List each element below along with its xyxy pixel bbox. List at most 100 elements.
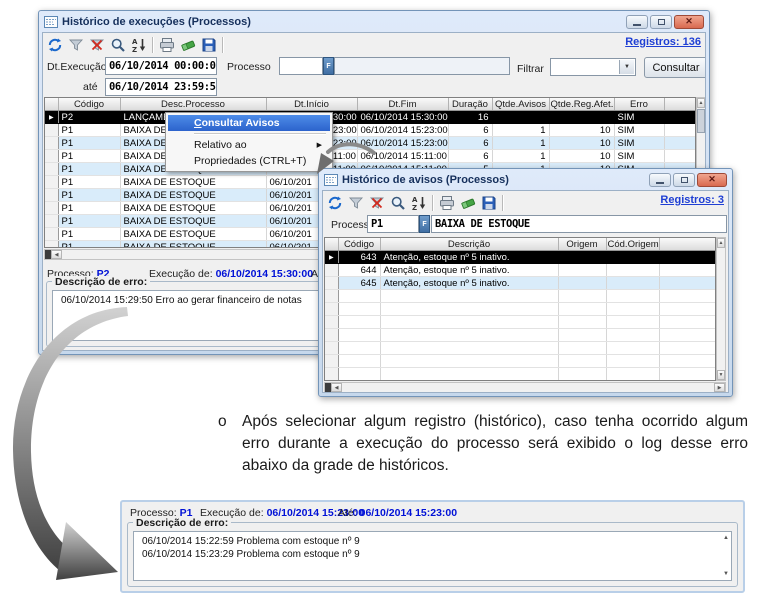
grid-cell[interactable]: 1 xyxy=(492,150,549,163)
scroll-left-icon[interactable]: ◀ xyxy=(51,250,62,259)
grid-cell[interactable] xyxy=(338,316,380,329)
close-button[interactable]: ✕ xyxy=(697,173,727,187)
sort-az-icon[interactable]: AZ xyxy=(131,37,147,53)
grid-cell[interactable] xyxy=(558,303,606,316)
grid-cell[interactable]: 10 xyxy=(549,137,614,150)
row-selector[interactable] xyxy=(45,215,58,228)
clear-filter-icon[interactable] xyxy=(369,195,385,211)
column-header[interactable]: Descrição xyxy=(380,238,558,251)
grid-row[interactable]: 644Atenção, estoque nº 5 inativo. xyxy=(325,264,716,277)
sort-az-icon[interactable]: AZ xyxy=(411,195,427,211)
grid-row[interactable]: P1BAIXA DE ESTOQUE06/10/2014 15:11:0006/… xyxy=(45,150,696,163)
grid-cell[interactable]: BAIXA DE ESTOQUE xyxy=(120,202,266,215)
grid-row[interactable] xyxy=(325,342,716,355)
grid-row[interactable] xyxy=(325,368,716,381)
row-selector[interactable] xyxy=(45,202,58,215)
ate-field[interactable]: 06/10/2014 23:59:59 xyxy=(105,78,217,96)
grid-cell[interactable]: 6 xyxy=(448,150,492,163)
grid-cell[interactable] xyxy=(549,111,614,124)
save-icon[interactable] xyxy=(201,37,217,53)
avisos-vscrollbar[interactable]: ▲ ▼ xyxy=(716,237,726,381)
close-button[interactable]: ✕ xyxy=(674,15,704,29)
column-header[interactable]: Qtde.Reg.Afet. xyxy=(549,98,614,111)
grid-cell[interactable] xyxy=(606,303,659,316)
grid-row[interactable] xyxy=(325,355,716,368)
row-selector[interactable] xyxy=(325,277,338,290)
grid-cell[interactable]: 643 xyxy=(338,251,380,264)
exec-titlebar[interactable]: Histórico de execuções (Processos) ✕ xyxy=(42,11,706,32)
grid-cell[interactable] xyxy=(338,342,380,355)
grid-cell[interactable]: P1 xyxy=(58,215,120,228)
grid-row[interactable]: ▶643Atenção, estoque nº 5 inativo. xyxy=(325,251,716,264)
column-header[interactable]: Qtde.Avisos xyxy=(492,98,549,111)
grid-cell[interactable] xyxy=(606,368,659,381)
refresh-icon[interactable] xyxy=(327,195,343,211)
row-selector[interactable] xyxy=(45,241,58,249)
grid-cell[interactable]: P1 xyxy=(58,202,120,215)
row-selector[interactable]: ▶ xyxy=(45,111,58,124)
avisos-titlebar[interactable]: Histórico de avisos (Processos) ✕ xyxy=(322,169,729,190)
grid-cell[interactable] xyxy=(606,277,659,290)
grid-cell[interactable]: Atenção, estoque nº 5 inativo. xyxy=(380,277,558,290)
search-icon[interactable] xyxy=(110,37,126,53)
menu-item-consultar-avisos[interactable]: Consultar Avisos xyxy=(168,115,330,131)
grid-cell[interactable] xyxy=(380,316,558,329)
grid-row[interactable] xyxy=(325,290,716,303)
column-header[interactable]: Origem xyxy=(558,238,606,251)
filter-icon[interactable] xyxy=(348,195,364,211)
column-header[interactable]: Código xyxy=(58,98,120,111)
grid-cell[interactable]: 645 xyxy=(338,277,380,290)
grid-cell[interactable]: 1 xyxy=(492,137,549,150)
clear-filter-icon[interactable] xyxy=(89,37,105,53)
scroll-track[interactable] xyxy=(342,383,714,392)
grid-cell[interactable] xyxy=(380,329,558,342)
grid-cell[interactable] xyxy=(558,316,606,329)
column-header[interactable]: Duração xyxy=(448,98,492,111)
grid-cell[interactable]: 06/10/2014 15:11:00 xyxy=(357,150,448,163)
grid-cell[interactable]: SIM xyxy=(614,111,664,124)
grid-cell[interactable] xyxy=(558,368,606,381)
row-selector[interactable] xyxy=(325,303,338,316)
column-header[interactable]: Erro xyxy=(614,98,664,111)
row-selector[interactable]: ▶ xyxy=(325,251,338,264)
grid-row[interactable]: P1BAIXA DE ESTOQUE06/10/2014 15:23:0006/… xyxy=(45,124,696,137)
maximize-button[interactable] xyxy=(673,173,695,187)
grid-cell[interactable]: P1 xyxy=(58,189,120,202)
grid-cell[interactable]: 6 xyxy=(448,137,492,150)
grid-cell[interactable]: 6 xyxy=(448,124,492,137)
grid-cell[interactable]: BAIXA DE ESTOQUE xyxy=(120,176,266,189)
row-selector[interactable] xyxy=(325,381,338,382)
grid-cell[interactable] xyxy=(380,303,558,316)
scroll-up-icon[interactable]: ▲ xyxy=(697,98,705,108)
grid-cell[interactable]: BAIXA DE ESTOQUE xyxy=(120,228,266,241)
grid-cell[interactable] xyxy=(558,290,606,303)
grid-row[interactable] xyxy=(325,381,716,382)
grid-row[interactable] xyxy=(325,329,716,342)
grid-cell[interactable] xyxy=(606,316,659,329)
grid-cell[interactable] xyxy=(606,381,659,382)
row-selector[interactable] xyxy=(45,150,58,163)
grid-cell[interactable]: P1 xyxy=(58,228,120,241)
grid-cell[interactable] xyxy=(338,329,380,342)
grid-cell[interactable]: SIM xyxy=(614,150,664,163)
grid-cell[interactable] xyxy=(492,111,549,124)
menu-item-propriedades[interactable]: Propriedades (CTRL+T) xyxy=(168,153,330,169)
row-selector[interactable] xyxy=(325,290,338,303)
row-selector[interactable] xyxy=(45,228,58,241)
grid-cell[interactable]: 16 xyxy=(448,111,492,124)
scroll-up-icon[interactable]: ▲ xyxy=(717,238,725,248)
dropdown-arrow-icon[interactable]: ▼ xyxy=(619,60,634,74)
row-selector[interactable] xyxy=(45,189,58,202)
search-icon[interactable] xyxy=(390,195,406,211)
scroll-right-icon[interactable]: ▶ xyxy=(714,383,725,392)
grid-cell[interactable]: 644 xyxy=(338,264,380,277)
grid-cell[interactable] xyxy=(606,329,659,342)
grid-cell[interactable]: Atenção, estoque nº 5 inativo. xyxy=(380,251,558,264)
column-header[interactable]: Código xyxy=(338,238,380,251)
grid-cell[interactable] xyxy=(606,355,659,368)
grid-cell[interactable]: 06/10/2014 15:23:00 xyxy=(357,124,448,137)
grid-cell[interactable]: P1 xyxy=(58,176,120,189)
grid-cell[interactable] xyxy=(338,290,380,303)
column-header[interactable]: Desc.Processo xyxy=(120,98,266,111)
grid-row[interactable]: P1BAIXA DE ESTOQUE06/10/2014 15:23:0006/… xyxy=(45,137,696,150)
